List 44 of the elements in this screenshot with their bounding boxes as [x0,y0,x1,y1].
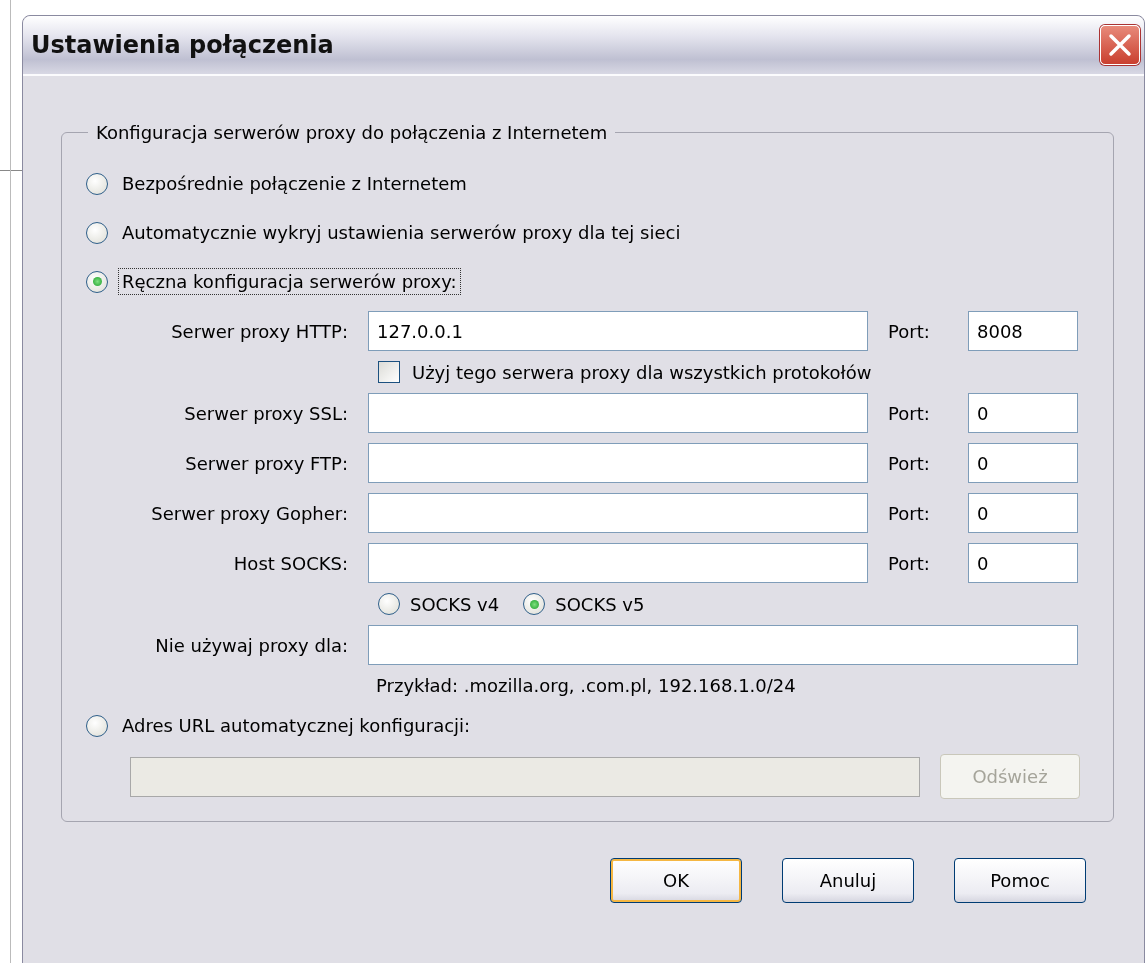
socks-label[interactable]: SOCKS v4 [410,593,500,615]
port-field[interactable]: 0 [968,443,1078,483]
port-label: Port: [888,502,931,524]
example-text: Przykład: .mozilla.org, .com.pl, 192.168.1.0/24 [376,675,797,696]
server-field[interactable] [368,443,868,483]
radio-button[interactable] [86,714,108,737]
port-label: Port: [888,552,931,574]
field-label: Host SOCKS: [232,552,348,574]
port-field[interactable]: 0 [968,393,1078,433]
radio-button[interactable] [86,270,108,293]
option-label[interactable]: Adres URL automatycznej konfiguracji: [118,712,475,739]
port-field[interactable]: 0 [968,543,1078,583]
port-field[interactable]: 8008 [968,311,1078,351]
socks-label[interactable]: SOCKS v5 [555,593,645,615]
port-label: Port: [888,402,931,424]
no-proxy-field[interactable] [368,625,1078,665]
field-label: Serwer proxy FTP: [184,452,348,474]
option-label[interactable]: Bezpośrednie połączenie z Internetem [118,170,471,197]
checkbox[interactable] [378,361,400,383]
radio-button[interactable] [86,221,108,244]
close-button[interactable] [1100,25,1140,65]
group-legend: Konfiguracja serwerów proxy do połączenia z Internetem [88,122,616,143]
field-label: Serwer proxy SSL: [183,402,348,424]
option-label[interactable]: Ręczna konfiguracja serwerów proxy: [118,268,461,295]
field-label: Serwer proxy Gopher: [150,502,348,524]
server-field[interactable] [368,493,868,533]
dialog-button[interactable]: OK [610,858,742,903]
option-label[interactable]: Automatycznie wykryj ustawienia serwerów proxy dla tej sieci [118,219,685,246]
close-icon [1107,32,1133,58]
server-field[interactable]: 127.0.0.1 [368,311,868,351]
server-field[interactable] [368,543,868,583]
radio-button[interactable] [86,172,108,195]
field-label: Nie używaj proxy dla: [154,634,348,656]
port-field[interactable]: 0 [968,493,1078,533]
server-field[interactable] [368,393,868,433]
window-title: Ustawienia połączenia [31,31,334,59]
port-label: Port: [888,320,931,342]
checkbox-label[interactable]: Użyj tego serwera proxy dla wszystkich protokołów [412,361,872,383]
dialog-button[interactable]: Pomoc [954,858,1086,903]
field-label: Serwer proxy HTTP: [170,320,348,342]
radio-button[interactable] [378,593,400,615]
port-label: Port: [888,452,931,474]
dialog-button[interactable]: Anuluj [782,858,914,903]
radio-button[interactable] [523,593,546,615]
